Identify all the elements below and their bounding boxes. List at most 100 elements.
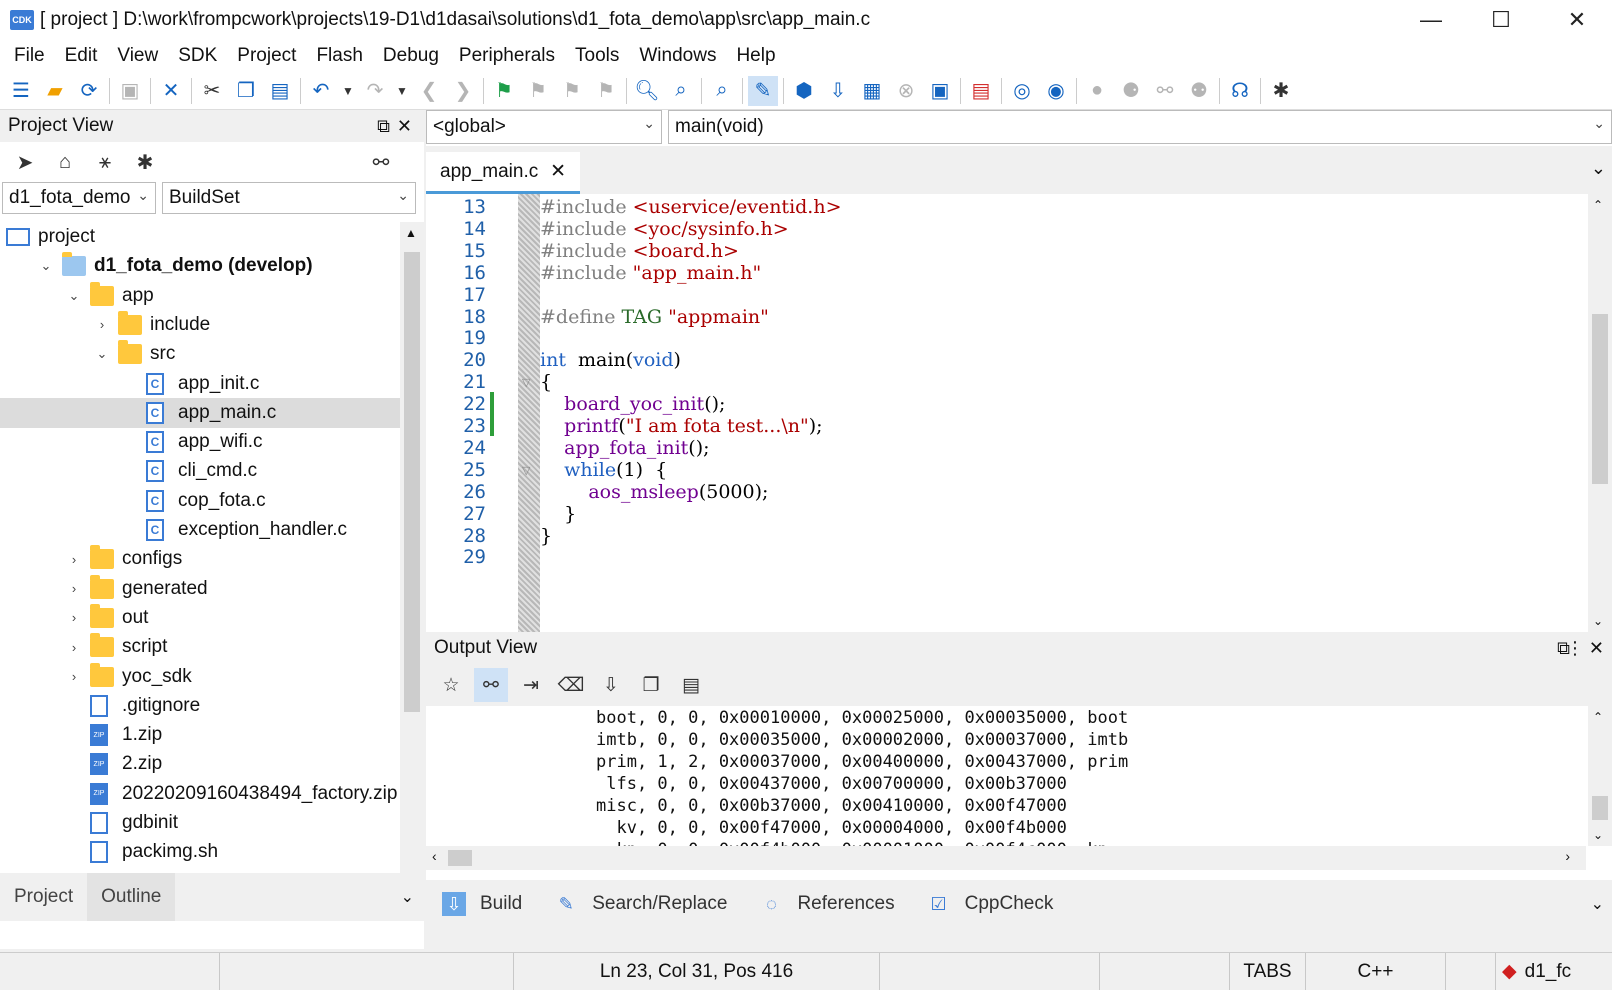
close-window-button[interactable]: ✕ <box>1542 0 1612 40</box>
tree-item[interactable]: Capp_main.c <box>0 397 400 428</box>
bookmark-prev-icon[interactable]: ⚑ <box>523 76 553 106</box>
link-icon[interactable]: ⚯ <box>474 668 508 702</box>
debug-start-icon[interactable]: ◎ <box>1007 76 1037 106</box>
search-results-icon[interactable]: ⌕ <box>707 76 737 106</box>
tab-list-chevron-icon[interactable]: ⌄ <box>1591 158 1606 179</box>
minimize-button[interactable]: — <box>1396 0 1466 40</box>
tree-item[interactable]: ⌄ d1_fota_demo (develop) <box>0 251 400 281</box>
back-icon[interactable]: ❮ <box>414 76 444 106</box>
tree-item[interactable]: project <box>0 222 400 252</box>
bookmark-clear-icon[interactable]: ⚑ <box>591 76 621 106</box>
fold-toggle-icon[interactable]: ▽ <box>522 464 530 477</box>
menu-peripherals[interactable]: Peripherals <box>449 45 565 67</box>
output-scroll-thumb[interactable] <box>1592 796 1608 820</box>
tree-item[interactable]: ⌄ src <box>0 339 400 369</box>
copy-icon[interactable]: ❐ <box>634 668 668 702</box>
stop-icon[interactable]: ⊗ <box>891 76 921 106</box>
scroll-right-icon[interactable]: › <box>1565 848 1570 864</box>
chevron-right-icon[interactable]: › <box>94 317 110 332</box>
refresh-icon[interactable]: ⟳ <box>74 76 104 106</box>
menu-edit[interactable]: Edit <box>55 45 108 67</box>
paste-icon[interactable]: ▤ <box>674 668 708 702</box>
close-tab-icon[interactable]: ✕ <box>550 160 566 183</box>
maximize-button[interactable]: ☐ <box>1466 0 1536 40</box>
tab-search-replace[interactable]: ✎ Search/Replace <box>538 880 743 928</box>
bug-icon[interactable]: ✱ <box>1266 76 1296 106</box>
bookmark-next-icon[interactable]: ⚑ <box>557 76 587 106</box>
close-panel-icon[interactable]: ✕ <box>1589 638 1604 659</box>
tree-item[interactable]: › include <box>0 310 400 340</box>
paste-icon[interactable]: ▤ <box>265 76 295 106</box>
save-icon[interactable]: ▣ <box>115 76 145 106</box>
tree-item[interactable]: packimg.sh <box>0 837 400 867</box>
menu-windows[interactable]: Windows <box>629 45 726 67</box>
step-over-icon[interactable]: ⚯ <box>1150 76 1180 106</box>
tree-item[interactable]: ZIP 2.zip <box>0 749 400 779</box>
package-icon[interactable]: ⬢ <box>789 76 819 106</box>
scroll-up-icon[interactable]: ⌃ <box>1593 710 1603 724</box>
code-scroll-thumb[interactable] <box>1592 314 1608 484</box>
tab-references[interactable]: ◌ References <box>743 880 910 928</box>
fold-margin[interactable] <box>518 194 540 634</box>
tree-item[interactable]: gdbinit <box>0 808 400 838</box>
tree-item[interactable]: .gitignore <box>0 691 400 721</box>
function-select[interactable]: main(void) ⌄ <box>668 110 1612 144</box>
close-panel-icon[interactable]: ✕ <box>397 116 412 137</box>
undo-icon[interactable]: ↶ <box>306 76 336 106</box>
tree-item[interactable]: Ccli_cmd.c <box>0 456 400 486</box>
tree-item[interactable]: ZIP 20220209160438494_factory.zip <box>0 779 400 809</box>
copy-icon[interactable]: ❐ <box>231 76 261 106</box>
output-hscroll-thumb[interactable] <box>448 850 472 866</box>
indent-mode[interactable]: TABS <box>1230 953 1306 990</box>
tree-scrollbar[interactable]: ▲ ▼ <box>400 222 424 887</box>
chevron-down-icon[interactable]: ⌄ <box>38 258 54 274</box>
chevron-right-icon[interactable]: › <box>66 669 82 684</box>
chevron-down-icon[interactable]: ⌄ <box>66 288 82 304</box>
tree-item[interactable]: › out <box>0 603 400 633</box>
star-icon[interactable]: ☆ <box>434 668 468 702</box>
menu-flash[interactable]: Flash <box>306 45 372 67</box>
fold-toggle-icon[interactable]: ▽ <box>522 376 530 389</box>
tree-item[interactable]: › yoc_sdk <box>0 662 400 692</box>
code-scrollbar[interactable]: ⌃ ⌄ <box>1588 194 1612 634</box>
find-icon[interactable]: 🔍︎ <box>632 76 662 106</box>
menu-sdk[interactable]: SDK <box>168 45 227 67</box>
chevron-down-icon[interactable]: ⌄ <box>1591 894 1604 914</box>
tree-item[interactable]: ⌄ app <box>0 281 400 311</box>
menu-help[interactable]: Help <box>726 45 785 67</box>
menu-view[interactable]: View <box>107 45 168 67</box>
scroll-down-icon[interactable]: ⌄ <box>1593 828 1603 842</box>
cut-icon[interactable]: ✂ <box>197 76 227 106</box>
chevron-right-icon[interactable]: › <box>66 640 82 655</box>
save-output-icon[interactable]: ⇩ <box>594 668 628 702</box>
bookmark-flag-icon[interactable]: ⚑ <box>489 76 519 106</box>
load-icon[interactable]: ▤ <box>966 76 996 106</box>
redo-icon[interactable]: ↷ <box>360 76 390 106</box>
tree-item[interactable]: Capp_init.c <box>0 369 400 399</box>
breakpoint-icon[interactable]: ● <box>1082 76 1112 106</box>
output-hscrollbar[interactable]: ‹ › <box>426 846 1586 870</box>
new-file-icon[interactable]: ☰ <box>6 76 36 106</box>
chevron-right-icon[interactable]: › <box>66 581 82 596</box>
link-icon[interactable]: ⚯ <box>366 147 396 177</box>
tree-item[interactable]: Cexception_handler.c <box>0 515 400 545</box>
code-editor[interactable]: 13 14 15 16 17 18 19 20 21 22 23 24 25 26 27 28 29 ▽ ▽ #… <box>426 194 1612 634</box>
clear-output-icon[interactable]: ⌫ <box>554 668 588 702</box>
tab-project[interactable]: Project <box>0 873 87 921</box>
chevron-down-icon[interactable]: ⌄ <box>94 346 110 362</box>
find-in-files-icon[interactable]: ⌕ <box>666 76 696 106</box>
git-branch[interactable]: ◆ d1_fc <box>1496 953 1612 990</box>
tab-cppcheck[interactable]: ☑ CppCheck <box>911 880 1070 928</box>
scope-select[interactable]: <global> ⌄ <box>426 110 662 144</box>
buildset-select[interactable]: BuildSet ⌄ <box>162 182 416 214</box>
tree-item[interactable]: Ccop_fota.c <box>0 486 400 516</box>
step-icon[interactable]: ⚈ <box>1116 76 1146 106</box>
chevron-right-icon[interactable]: › <box>66 552 82 567</box>
close-x-icon[interactable]: ✕ <box>156 76 186 106</box>
headset-icon[interactable]: ☊ <box>1225 76 1255 106</box>
open-folder-icon[interactable]: ▰ <box>40 76 70 106</box>
bug-icon[interactable]: ✱ <box>130 147 160 177</box>
language-mode[interactable]: C++ <box>1306 953 1446 990</box>
menu-tools[interactable]: Tools <box>565 45 629 67</box>
scroll-up-icon[interactable]: ⌃ <box>1593 198 1603 212</box>
